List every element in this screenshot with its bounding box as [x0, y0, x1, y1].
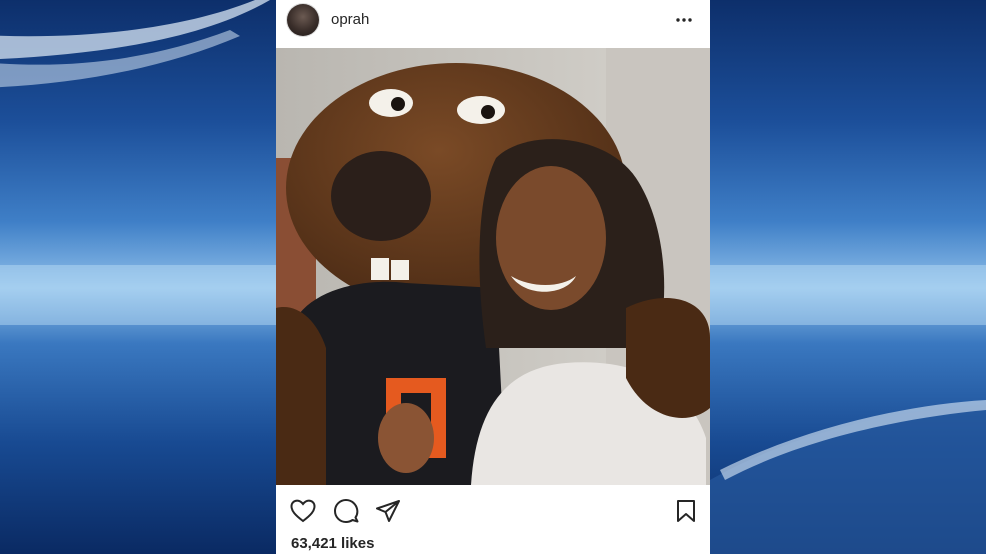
- more-options-icon: [676, 18, 692, 22]
- comment-icon: [334, 499, 359, 523]
- like-button[interactable]: [287, 495, 319, 527]
- comment-button[interactable]: [330, 495, 362, 527]
- save-button[interactable]: [670, 495, 702, 527]
- mascot-photo-image: [276, 48, 710, 485]
- heart-icon: [290, 499, 316, 523]
- likes-count[interactable]: 63,421 likes: [291, 535, 374, 552]
- bookmark-icon: [677, 500, 695, 522]
- post-username[interactable]: oprah: [331, 11, 369, 28]
- share-icon: [376, 500, 400, 522]
- post-actions: [276, 495, 710, 529]
- post-header: oprah: [276, 0, 710, 40]
- instagram-post: oprah 63,421 likes: [276, 0, 710, 554]
- profile-avatar[interactable]: [287, 4, 319, 36]
- share-button[interactable]: [372, 495, 404, 527]
- post-photo[interactable]: [276, 48, 710, 485]
- more-options-button[interactable]: [672, 10, 696, 30]
